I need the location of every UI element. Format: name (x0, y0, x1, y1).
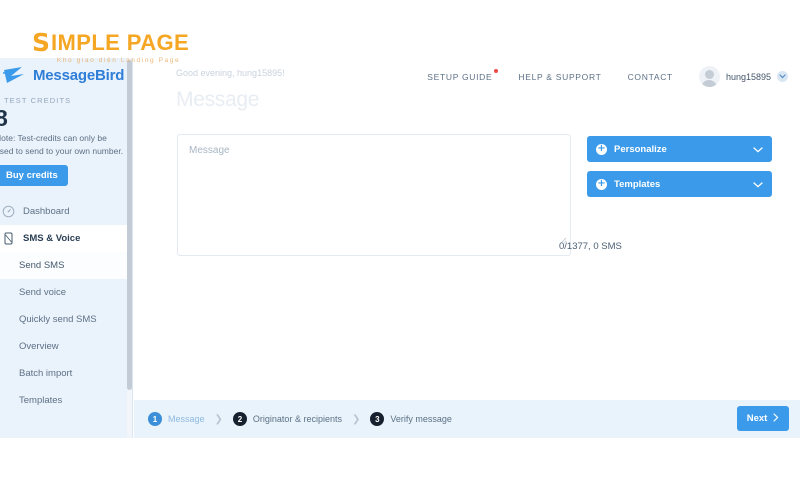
top-navigation: SETUP GUIDE HELP & SUPPORT CONTACT hung1… (427, 66, 788, 87)
watermark-initial-icon: S (32, 28, 50, 57)
step-number: 1 (148, 412, 162, 426)
greeting-text: Good evening, hung15895! (176, 68, 285, 78)
chevron-down-icon (753, 175, 763, 193)
user-menu[interactable]: hung15895 (698, 66, 788, 87)
chevron-down-icon (753, 140, 763, 158)
sidebar-item-label: Quickly send SMS (19, 314, 97, 326)
templates-button[interactable]: + Templates (587, 171, 772, 197)
chevron-right-icon (773, 412, 779, 425)
mobile-icon (2, 232, 15, 245)
main-content: Good evening, hung15895! SETUP GUIDE HEL… (134, 58, 800, 438)
plus-circle-icon: + (596, 142, 607, 155)
watermark-row: S IMPLE PAGE (32, 30, 189, 55)
page-title: Message (176, 88, 260, 111)
message-placeholder: Message (189, 145, 230, 156)
sidebar-item-label: SMS & Voice (23, 233, 81, 245)
next-button[interactable]: Next (737, 406, 789, 431)
topnav-contact[interactable]: CONTACT (628, 72, 673, 82)
topnav-label: SETUP GUIDE (427, 71, 493, 82)
gauge-icon (2, 205, 15, 218)
buy-credits-button[interactable]: Buy credits (0, 165, 68, 187)
messagebird-logo-icon (2, 64, 28, 86)
resize-handle-icon[interactable] (560, 231, 567, 244)
test-credits-note: Note: Test-credits can only be used to s… (0, 133, 124, 157)
test-credits-label: TEST CREDITS (4, 96, 72, 105)
sidebar: MessageBird TEST CREDITS 8 Note: Test-cr… (0, 58, 133, 438)
step-separator-icon: ❯ (214, 413, 223, 425)
sidebar-item-overview[interactable]: Overview (0, 333, 132, 360)
sidebar-nav: Dashboard SMS & Voice Send SMS Send voic… (0, 198, 132, 414)
step-number: 3 (370, 412, 385, 426)
plus-circle-icon: + (596, 177, 607, 190)
step-number: 2 (232, 412, 247, 426)
topnav-help-and-support[interactable]: HELP & SUPPORT (518, 72, 601, 82)
step-separator-icon: ❯ (351, 413, 361, 425)
templates-label: Templates (614, 178, 661, 190)
step-navigation: 1 Message ❯ 2 Originator & recipients ❯ … (134, 400, 800, 438)
steps-list: 1 Message ❯ 2 Originator & recipients ❯ … (148, 412, 452, 426)
personalize-button[interactable]: + Personalize (587, 136, 772, 162)
step-verify-message[interactable]: 3 Verify message (370, 412, 452, 426)
watermark-tagline: Kho giao diện Landing Page (56, 57, 181, 64)
message-input[interactable]: Message (177, 134, 571, 256)
sidebar-item-batch-import[interactable]: Batch import (0, 360, 132, 387)
step-message[interactable]: 1 Message (148, 412, 205, 426)
sidebar-scrollbar-thumb[interactable] (127, 60, 132, 390)
app-window: MessageBird TEST CREDITS 8 Note: Test-cr… (0, 58, 800, 438)
topnav-setup-guide[interactable]: SETUP GUIDE (427, 68, 499, 82)
next-label: Next (746, 413, 768, 424)
sidebar-item-dashboard[interactable]: Dashboard (0, 198, 132, 225)
step-label: Verify message (390, 414, 452, 424)
page-background-bottom (0, 438, 800, 500)
sidebar-item-label: Overview (19, 341, 59, 353)
brand-name: MessageBird (33, 66, 125, 84)
step-originator-and-recipients[interactable]: 2 Originator & recipients (232, 412, 342, 426)
sidebar-item-quickly-send-sms[interactable]: Quickly send SMS (0, 306, 132, 333)
notification-dot-icon (494, 68, 499, 73)
step-label: Originator & recipients (252, 414, 342, 424)
sidebar-item-label: Send SMS (19, 260, 65, 272)
sidebar-item-label: Dashboard (23, 206, 70, 218)
personalize-label: Personalize (614, 143, 667, 155)
simple-page-watermark: S IMPLE PAGE Kho giao diện Landing Page (32, 30, 189, 64)
test-credits-value: 8 (0, 105, 8, 131)
sidebar-item-label: Templates (19, 395, 63, 407)
sidebar-item-label: Send voice (19, 287, 67, 299)
chevron-down-icon (777, 71, 788, 82)
step-label: Message (168, 414, 205, 424)
sidebar-item-templates[interactable]: Templates (0, 387, 132, 414)
sidebar-item-send-sms[interactable]: Send SMS (0, 252, 132, 280)
sidebar-item-send-voice[interactable]: Send voice (0, 279, 132, 306)
character-counter: 0/1377, 0 SMS (559, 241, 622, 252)
watermark-title: IMPLE PAGE (51, 29, 190, 55)
avatar-icon (698, 66, 720, 87)
user-name: hung15895 (725, 71, 771, 82)
sidebar-item-sms-and-voice[interactable]: SMS & Voice (0, 225, 132, 253)
sidebar-item-label: Batch import (19, 368, 73, 380)
